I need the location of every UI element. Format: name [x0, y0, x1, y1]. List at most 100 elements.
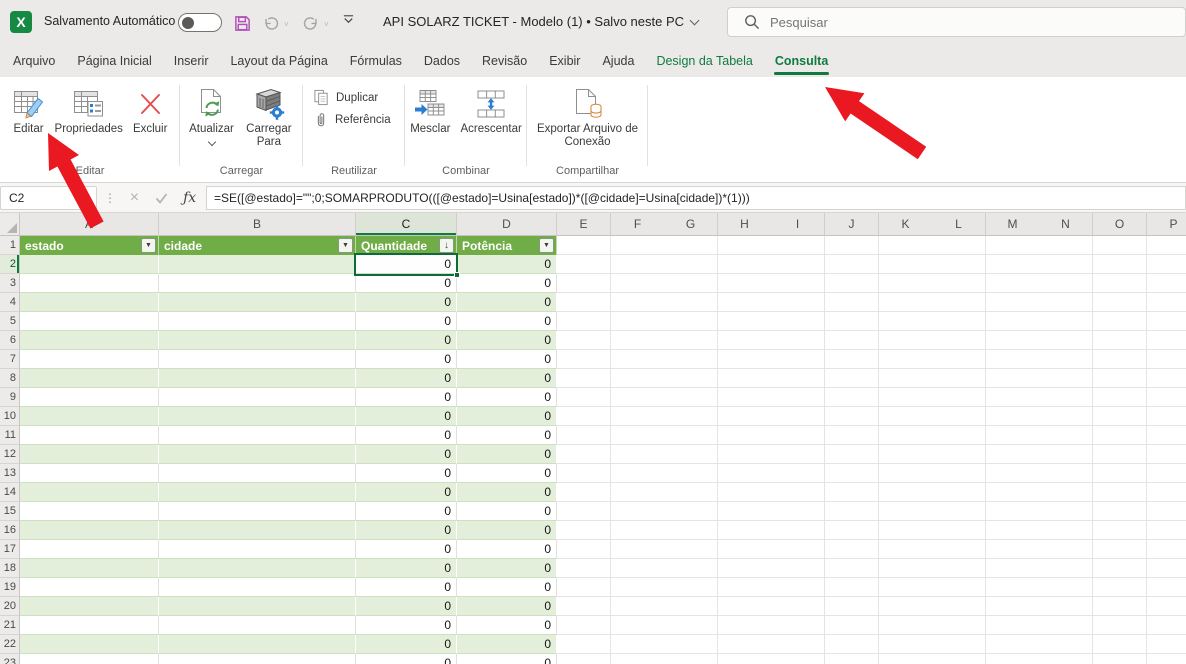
cell-O11[interactable] [1093, 426, 1147, 445]
cell-K3[interactable] [879, 274, 933, 293]
cell-L7[interactable] [932, 350, 986, 369]
tab-pagina-inicial[interactable]: Página Inicial [66, 45, 162, 77]
filter-button-cidade[interactable]: ▼ [338, 238, 353, 253]
cell-G4[interactable] [664, 293, 718, 312]
tab-design-da-tabela[interactable]: Design da Tabela [645, 45, 763, 77]
cell-A11[interactable] [20, 426, 159, 445]
cell-N4[interactable] [1039, 293, 1093, 312]
editar-button[interactable]: Editar [9, 85, 49, 138]
cell-N6[interactable] [1039, 331, 1093, 350]
autosave-toggle[interactable] [178, 13, 222, 32]
cell-M14[interactable] [986, 483, 1040, 502]
cell-P18[interactable] [1147, 559, 1186, 578]
cell-H22[interactable] [718, 635, 772, 654]
cell-A10[interactable] [20, 407, 159, 426]
cell-K13[interactable] [879, 464, 933, 483]
cell-A15[interactable] [20, 502, 159, 521]
cell-H11[interactable] [718, 426, 772, 445]
cell-N15[interactable] [1039, 502, 1093, 521]
cell-L21[interactable] [932, 616, 986, 635]
formula-input[interactable]: =SE([@estado]="";0;SOMARPRODUTO(([@estad… [206, 186, 1186, 210]
cell-M5[interactable] [986, 312, 1040, 331]
cell-D19[interactable]: 0 [457, 578, 557, 597]
cell-M7[interactable] [986, 350, 1040, 369]
cell-E13[interactable] [557, 464, 611, 483]
cell-J23[interactable] [825, 654, 879, 664]
cell-F13[interactable] [611, 464, 665, 483]
cell-O3[interactable] [1093, 274, 1147, 293]
row-header-16[interactable]: 16 [0, 521, 20, 540]
mesclar-button[interactable]: Mesclar [406, 85, 454, 138]
cell-C13[interactable]: 0 [356, 464, 457, 483]
cell-G18[interactable] [664, 559, 718, 578]
cell-B15[interactable] [159, 502, 356, 521]
cell-N1[interactable] [1039, 236, 1093, 255]
cell-D12[interactable]: 0 [457, 445, 557, 464]
duplicar-button[interactable]: Duplicar [313, 89, 405, 106]
cell-I17[interactable] [771, 540, 825, 559]
cell-I22[interactable] [771, 635, 825, 654]
filter-button-estado[interactable]: ▼ [141, 238, 156, 253]
row-header-1[interactable]: 1 [0, 236, 20, 255]
cell-F19[interactable] [611, 578, 665, 597]
cell-F15[interactable] [611, 502, 665, 521]
cell-H8[interactable] [718, 369, 772, 388]
tab-arquivo[interactable]: Arquivo [2, 45, 66, 77]
row-header-2[interactable]: 2 [0, 255, 20, 274]
search-box[interactable] [727, 7, 1186, 37]
cell-G11[interactable] [664, 426, 718, 445]
cell-B22[interactable] [159, 635, 356, 654]
cell-O10[interactable] [1093, 407, 1147, 426]
cell-E11[interactable] [557, 426, 611, 445]
row-header-21[interactable]: 21 [0, 616, 20, 635]
cell-J13[interactable] [825, 464, 879, 483]
cell-N2[interactable] [1039, 255, 1093, 274]
cell-P19[interactable] [1147, 578, 1186, 597]
table-header-cidade[interactable]: cidade▼ [159, 236, 356, 255]
cell-D5[interactable]: 0 [457, 312, 557, 331]
cell-L23[interactable] [932, 654, 986, 664]
cell-O2[interactable] [1093, 255, 1147, 274]
cell-C12[interactable]: 0 [356, 445, 457, 464]
cell-B10[interactable] [159, 407, 356, 426]
cell-I11[interactable] [771, 426, 825, 445]
cell-K17[interactable] [879, 540, 933, 559]
row-header-15[interactable]: 15 [0, 502, 20, 521]
cell-G12[interactable] [664, 445, 718, 464]
excluir-button[interactable]: Excluir [129, 85, 172, 138]
cell-E4[interactable] [557, 293, 611, 312]
cell-D7[interactable]: 0 [457, 350, 557, 369]
cell-M17[interactable] [986, 540, 1040, 559]
cell-G10[interactable] [664, 407, 718, 426]
cell-J5[interactable] [825, 312, 879, 331]
cell-G16[interactable] [664, 521, 718, 540]
tab-formulas[interactable]: Fórmulas [339, 45, 413, 77]
cell-K21[interactable] [879, 616, 933, 635]
cell-P12[interactable] [1147, 445, 1186, 464]
cell-D10[interactable]: 0 [457, 407, 557, 426]
cell-C11[interactable]: 0 [356, 426, 457, 445]
cell-K20[interactable] [879, 597, 933, 616]
cell-N7[interactable] [1039, 350, 1093, 369]
row-header-11[interactable]: 11 [0, 426, 20, 445]
cell-C3[interactable]: 0 [356, 274, 457, 293]
cell-H9[interactable] [718, 388, 772, 407]
cell-C18[interactable]: 0 [356, 559, 457, 578]
propriedades-button[interactable]: Propriedades [51, 85, 127, 138]
cell-P17[interactable] [1147, 540, 1186, 559]
cell-I20[interactable] [771, 597, 825, 616]
column-header-N[interactable]: N [1039, 213, 1093, 236]
cell-E6[interactable] [557, 331, 611, 350]
cell-F10[interactable] [611, 407, 665, 426]
cell-F22[interactable] [611, 635, 665, 654]
cell-L14[interactable] [932, 483, 986, 502]
column-header-L[interactable]: L [932, 213, 986, 236]
undo-button[interactable] [260, 12, 282, 34]
column-header-G[interactable]: G [664, 213, 718, 236]
row-header-18[interactable]: 18 [0, 559, 20, 578]
cell-M20[interactable] [986, 597, 1040, 616]
cell-B20[interactable] [159, 597, 356, 616]
cell-I9[interactable] [771, 388, 825, 407]
cell-E1[interactable] [557, 236, 611, 255]
cell-E12[interactable] [557, 445, 611, 464]
